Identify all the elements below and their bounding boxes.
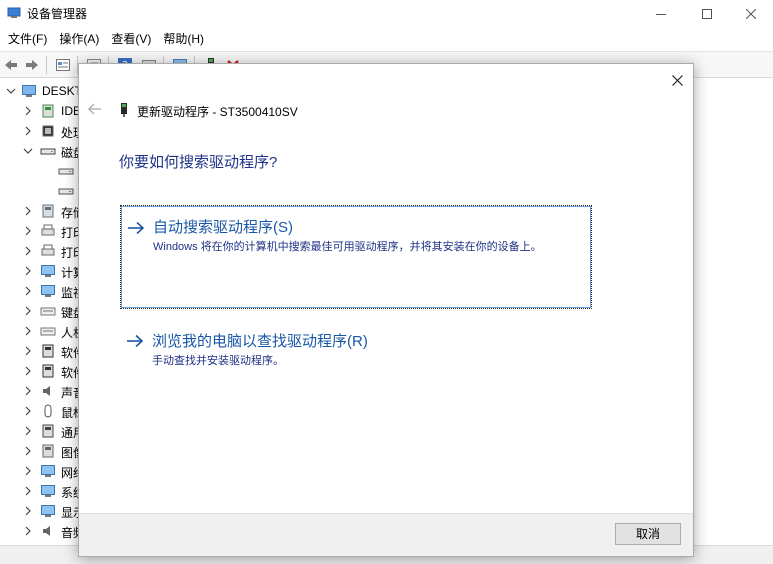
- chevron-right-icon[interactable]: [22, 305, 34, 317]
- close-icon: [671, 74, 683, 86]
- back-arrow-icon[interactable]: [88, 102, 102, 116]
- auto-search-option[interactable]: 自动搜索驱动程序(S) Windows 将在你的计算机中搜索最佳可用驱动程序，并…: [120, 205, 592, 309]
- maximize-icon: [702, 8, 712, 19]
- storage-controller-icon: [42, 204, 54, 218]
- chevron-down-icon[interactable]: [22, 145, 34, 157]
- disk-drive-icon: [40, 148, 56, 155]
- back-icon: [5, 60, 17, 70]
- chevron-right-icon[interactable]: [22, 105, 34, 117]
- chevron-right-icon[interactable]: [22, 385, 34, 397]
- auto-search-description: Windows 将在你的计算机中搜索最佳可用驱动程序，并将其安装在你的设备上。: [153, 241, 542, 253]
- forward-icon: [26, 60, 38, 70]
- maximize-button[interactable]: [684, 0, 730, 27]
- minimize-button[interactable]: [638, 0, 684, 27]
- chevron-down-icon[interactable]: [5, 85, 17, 97]
- hid-icon: [40, 327, 56, 336]
- menu-action[interactable]: 操作(A): [54, 29, 104, 49]
- close-icon: [746, 8, 756, 19]
- arrow-right-icon: [128, 221, 145, 235]
- properties-button[interactable]: [55, 57, 71, 73]
- chevron-right-icon[interactable]: [22, 345, 34, 357]
- menu-help[interactable]: 帮助(H): [158, 29, 209, 49]
- software-component-icon: [42, 344, 54, 358]
- arrow-right-icon: [127, 334, 144, 348]
- processor-icon: [42, 125, 54, 137]
- monitor-icon: [41, 285, 55, 297]
- chevron-right-icon[interactable]: [22, 245, 34, 257]
- chevron-right-icon[interactable]: [22, 465, 34, 477]
- printer-icon: [41, 244, 55, 256]
- mouse-icon: [44, 404, 52, 418]
- window-title: 设备管理器: [27, 7, 88, 21]
- system-devices-icon: [41, 485, 55, 497]
- device-manager-icon: [7, 7, 21, 18]
- chevron-right-icon[interactable]: [22, 225, 34, 237]
- browse-computer-description: 手动查找并安装驱动程序。: [152, 355, 284, 367]
- chevron-right-icon[interactable]: [22, 205, 34, 217]
- back-button[interactable]: [3, 57, 19, 73]
- menu-bar: 文件(F) 操作(A) 查看(V) 帮助(H): [0, 27, 773, 51]
- disk-icon: [58, 168, 74, 175]
- dialog-footer: 取消: [79, 513, 693, 556]
- chevron-right-icon[interactable]: [22, 285, 34, 297]
- chevron-right-icon[interactable]: [22, 485, 34, 497]
- chevron-right-icon[interactable]: [22, 125, 34, 137]
- dialog-header-title: 更新驱动程序 - ST3500410SV: [137, 105, 298, 119]
- ide-controller-icon: [42, 104, 54, 118]
- chevron-right-icon[interactable]: [22, 445, 34, 457]
- dialog-question: 你要如何搜索驱动程序?: [119, 154, 278, 171]
- dialog-close-button[interactable]: [667, 70, 687, 90]
- computer-icon: [22, 85, 36, 97]
- chevron-right-icon[interactable]: [22, 425, 34, 437]
- software-device-icon: [42, 364, 54, 378]
- browse-computer-title: 浏览我的电脑以查找驱动程序(R): [152, 333, 368, 350]
- network-icon: [41, 465, 55, 477]
- disk-device-icon: [121, 103, 127, 117]
- tree-root-label: DESKT: [42, 84, 83, 98]
- menu-file[interactable]: 文件(F): [3, 29, 52, 49]
- imaging-icon: [42, 444, 54, 458]
- chevron-right-icon[interactable]: [22, 265, 34, 277]
- update-driver-dialog: 更新驱动程序 - ST3500410SV 你要如何搜索驱动程序? 自动搜索驱动程…: [78, 63, 694, 557]
- computer-icon: [41, 265, 55, 277]
- audio-icon: [43, 526, 50, 536]
- display-adapter-icon: [41, 505, 55, 517]
- auto-search-title: 自动搜索驱动程序(S): [153, 219, 293, 236]
- chevron-right-icon[interactable]: [22, 365, 34, 377]
- forward-button[interactable]: [24, 57, 40, 73]
- chevron-right-icon[interactable]: [22, 405, 34, 417]
- browse-computer-option[interactable]: 浏览我的电脑以查找驱动程序(R) 手动查找并安装驱动程序。: [120, 327, 592, 371]
- properties-icon: [56, 59, 70, 71]
- disk-icon: [58, 188, 74, 195]
- sound-icon: [43, 386, 50, 396]
- close-window-button[interactable]: [728, 0, 773, 27]
- chevron-right-icon[interactable]: [22, 325, 34, 337]
- usb-icon: [42, 424, 54, 438]
- menu-view[interactable]: 查看(V): [106, 29, 156, 49]
- minimize-icon: [656, 13, 666, 15]
- keyboard-icon: [40, 307, 56, 316]
- chevron-right-icon[interactable]: [22, 525, 34, 537]
- cancel-button[interactable]: 取消: [615, 523, 681, 545]
- title-bar: 设备管理器: [0, 0, 773, 27]
- chevron-right-icon[interactable]: [22, 505, 34, 517]
- print-queue-icon: [41, 224, 55, 236]
